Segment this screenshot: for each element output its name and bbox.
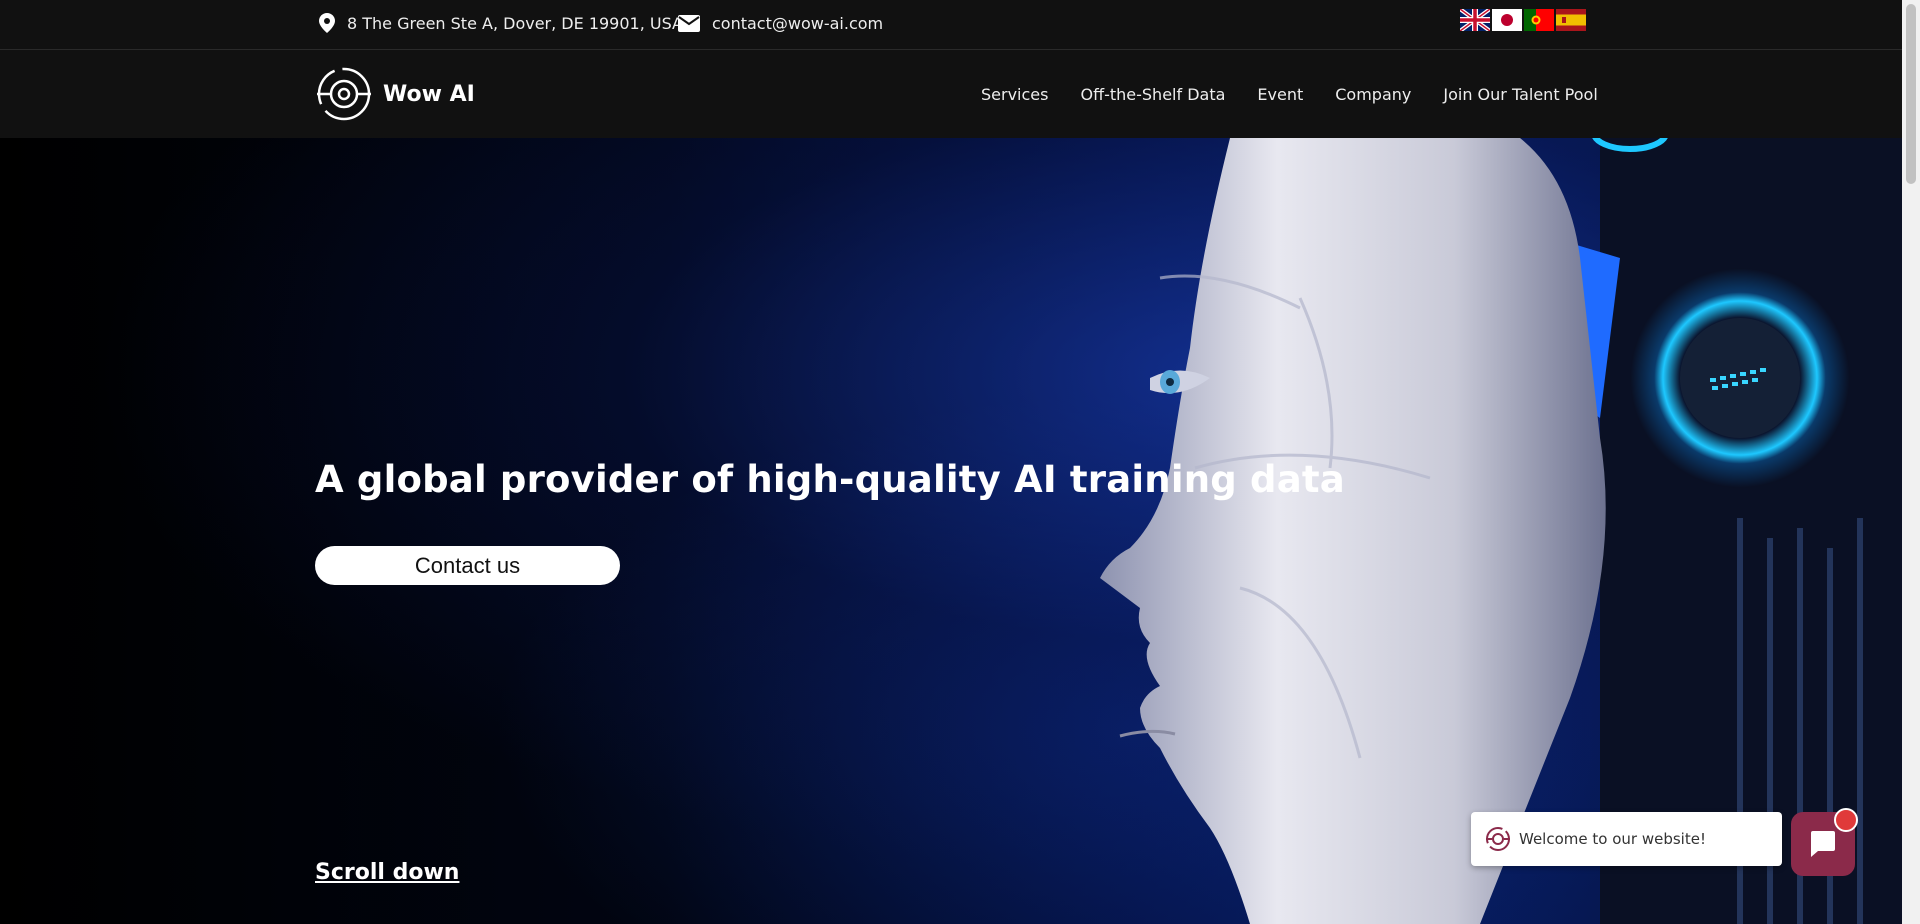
page-scrollbar[interactable] [1902,0,1920,924]
chat-welcome-text: Welcome to our website! [1519,830,1706,848]
main-menu: Services Off-the-Shelf Data Event Compan… [981,50,1598,138]
contact-us-button[interactable]: Contact us [315,546,620,585]
portugal-flag-icon[interactable] [1524,9,1554,31]
envelope-icon [678,14,700,32]
wow-ai-logo-icon [317,67,371,121]
email-block[interactable]: contact@wow-ai.com [678,0,883,46]
japan-flag-icon[interactable] [1492,9,1522,31]
chat-notification-badge [1834,808,1858,832]
email-link[interactable]: contact@wow-ai.com [712,14,883,33]
hero-section: A global provider of high-quality AI tra… [0,138,1902,924]
language-switcher [1460,9,1586,31]
location-pin-icon [319,13,335,33]
address-text: 8 The Green Ste A, Dover, DE 19901, USA [347,13,683,33]
nav-item-off-the-shelf-data[interactable]: Off-the-Shelf Data [1080,85,1225,104]
robot-head-illustration [1100,138,1902,924]
chat-brand-icon [1486,827,1510,851]
uk-flag-icon[interactable] [1460,9,1490,31]
scroll-down-link[interactable]: Scroll down [315,860,459,885]
nav-item-event[interactable]: Event [1257,85,1303,104]
hero-headline: A global provider of high-quality AI tra… [315,458,1345,501]
brand-logo[interactable]: Wow AI [315,65,475,123]
scrollbar-thumb[interactable] [1906,4,1916,184]
nav-item-company[interactable]: Company [1335,85,1411,104]
main-navbar: Wow AI Services Off-the-Shelf Data Event… [0,50,1902,138]
nav-item-services[interactable]: Services [981,85,1048,104]
chat-icon [1811,831,1835,857]
chat-welcome-bubble[interactable]: Welcome to our website! [1471,812,1782,866]
nav-item-talent-pool[interactable]: Join Our Talent Pool [1443,85,1597,104]
spain-flag-icon[interactable] [1556,9,1586,31]
top-info-bar: 8 The Green Ste A, Dover, DE 19901, USA … [0,0,1902,50]
address-block: 8 The Green Ste A, Dover, DE 19901, USA [319,0,683,46]
brand-name: Wow AI [383,81,475,107]
